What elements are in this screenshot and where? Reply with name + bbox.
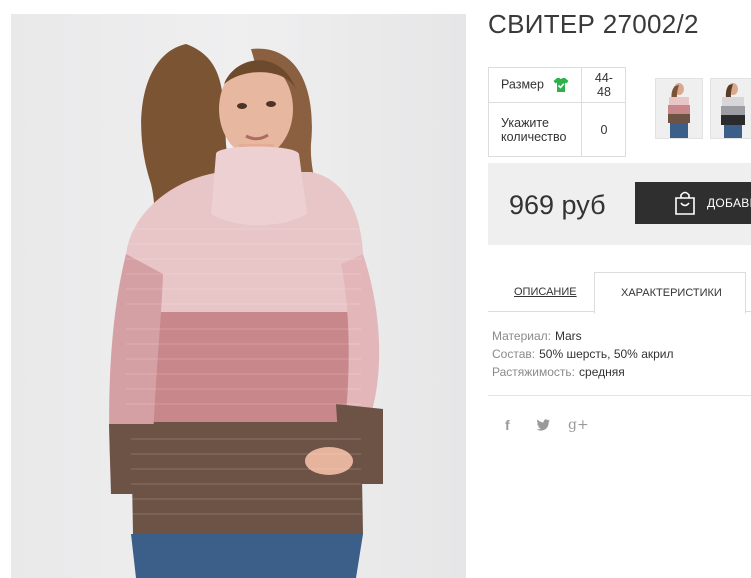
spec-row-composition: Состав: 50% шерсть, 50% акрил	[492, 347, 674, 361]
spec-value: Mars	[554, 329, 582, 343]
size-chart-icon[interactable]	[553, 77, 569, 93]
add-to-cart-button[interactable]: ДОБАВИТЬ В КОРЗИНУ	[635, 182, 751, 224]
quantity-label-line1: Укажите	[501, 115, 549, 130]
spec-key: Материал:	[492, 329, 551, 343]
tab-description[interactable]: ОПИСАНИЕ	[514, 286, 577, 298]
add-to-cart-label: ДОБАВИТЬ В КОРЗИНУ	[707, 196, 751, 210]
size-label-cell: Размер	[487, 67, 583, 103]
facebook-icon[interactable]: f	[505, 417, 510, 433]
options-table: Размер 44-48 Укажите количество 0	[487, 67, 627, 157]
spec-value: средняя	[579, 365, 625, 379]
product-photo[interactable]	[11, 14, 466, 578]
spec-row-material: Материал: Mars	[492, 329, 582, 343]
quantity-label-line2: количество	[501, 129, 567, 144]
quantity-label-cell: Укажите количество	[487, 102, 583, 157]
thumbnail-1[interactable]	[655, 78, 703, 139]
google-plus-icon[interactable]: g+	[568, 417, 589, 433]
spec-row-stretch: Растяжимость: средняя	[492, 365, 625, 379]
price-box: 969 руб ДОБАВИТЬ В КОРЗИНУ	[488, 163, 751, 245]
tab-characteristics-label: ХАРАКТЕРИСТИКИ	[621, 287, 722, 299]
spec-value: 50% шерсть, 50% акрил	[539, 347, 674, 361]
product-price: 969 руб	[509, 190, 606, 220]
shopping-bag-icon	[673, 190, 697, 219]
twitter-icon[interactable]	[536, 418, 550, 434]
size-value[interactable]: 44-48	[581, 67, 627, 103]
thumbnail-2[interactable]	[710, 78, 751, 139]
tab-characteristics[interactable]: ХАРАКТЕРИСТИКИ	[594, 272, 746, 314]
spec-key: Состав:	[492, 347, 536, 361]
product-photo-illustration	[109, 44, 383, 578]
quantity-input[interactable]: 0	[581, 102, 627, 157]
product-title: СВИТЕР 27002/2	[488, 9, 699, 39]
size-label: Размер	[501, 77, 544, 92]
divider	[488, 395, 751, 396]
spec-key: Растяжимость:	[492, 365, 576, 379]
